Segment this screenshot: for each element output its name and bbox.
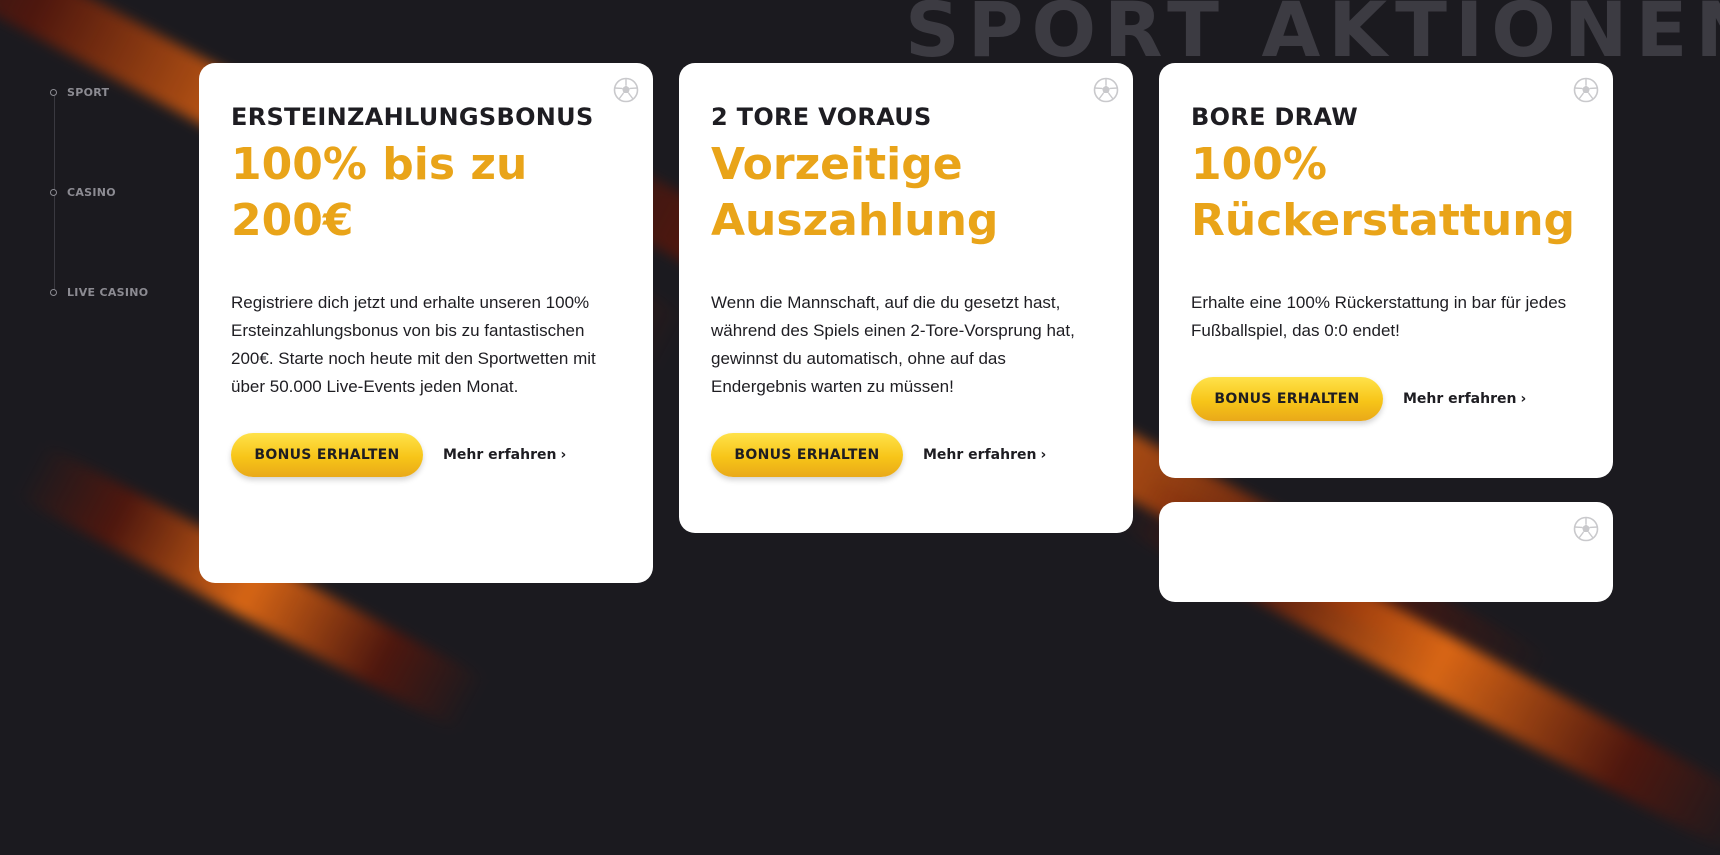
card-headline-line: Auszahlung (711, 195, 999, 246)
soccer-ball-icon (1573, 77, 1599, 103)
bonus-button[interactable]: BONUS ERHALTEN (711, 433, 903, 477)
side-nav: SPORT CASINO LIVE CASINO (50, 86, 190, 306)
nav-dot-icon (50, 189, 57, 196)
side-nav-label: CASINO (67, 186, 116, 199)
card-actions: BONUS ERHALTEN Mehr erfahren › (711, 433, 1101, 477)
soccer-ball-icon (1093, 77, 1119, 103)
side-nav-item-sport[interactable]: SPORT (50, 86, 109, 99)
card-description: Erhalte eine 100% Rückerstattung in bar … (1191, 293, 1567, 340)
learn-more-label: Mehr erfahren (1403, 391, 1517, 407)
side-nav-item-live-casino[interactable]: LIVE CASINO (50, 286, 148, 299)
card-description: Wenn die Mannschaft, auf die du gesetzt … (711, 293, 1075, 396)
side-nav-label: LIVE CASINO (67, 286, 149, 299)
card-actions: BONUS ERHALTEN Mehr erfahren › (231, 433, 621, 477)
card-headline-line: 100% (1191, 139, 1327, 190)
card-actions: BONUS ERHALTEN Mehr erfahren › (1191, 377, 1581, 421)
nav-dot-icon (50, 289, 57, 296)
chevron-right-icon: › (560, 447, 567, 463)
card-kicker: BORE DRAW (1191, 103, 1358, 131)
learn-more-label: Mehr erfahren (443, 447, 557, 463)
card-headline: 100% Rückerstattung (1191, 137, 1581, 249)
chevron-right-icon: › (1520, 391, 1527, 407)
card-headline-line: 200€ (231, 195, 354, 246)
side-nav-label: SPORT (67, 86, 110, 99)
promo-card-partial (1159, 502, 1613, 602)
card-headline-line: Rückerstattung (1191, 195, 1576, 246)
section-title: SPORT AKTIONEN (905, 0, 1720, 74)
promo-card-bore-draw: BORE DRAW 100% Rückerstattung Erhalte ei… (1159, 63, 1613, 478)
card-headline: 100% bis zu 200€ (231, 137, 621, 249)
card-headline-line: Vorzeitige (711, 139, 963, 190)
promo-card-two-goals-ahead: 2 TORE VORAUS Vorzeitige Auszahlung Wenn… (679, 63, 1133, 533)
nav-dot-icon (50, 89, 57, 96)
learn-more-link[interactable]: Mehr erfahren › (1403, 391, 1526, 407)
learn-more-link[interactable]: Mehr erfahren › (923, 447, 1046, 463)
card-kicker: ERSTEINZAHLUNGSBONUS (231, 103, 594, 131)
card-kicker: 2 TORE VORAUS (711, 103, 932, 131)
soccer-ball-icon (613, 77, 639, 103)
card-description: Registriere dich jetzt und erhalte unser… (231, 293, 596, 396)
learn-more-link[interactable]: Mehr erfahren › (443, 447, 566, 463)
card-headline-line: 100% bis zu (231, 139, 528, 190)
bonus-button[interactable]: BONUS ERHALTEN (1191, 377, 1383, 421)
learn-more-label: Mehr erfahren (923, 447, 1037, 463)
soccer-ball-icon (1573, 516, 1599, 542)
side-nav-item-casino[interactable]: CASINO (50, 186, 116, 199)
bonus-button[interactable]: BONUS ERHALTEN (231, 433, 423, 477)
promo-card-first-deposit-bonus: ERSTEINZAHLUNGSBONUS 100% bis zu 200€ Re… (199, 63, 653, 583)
card-headline: Vorzeitige Auszahlung (711, 137, 1101, 249)
chevron-right-icon: › (1040, 447, 1047, 463)
